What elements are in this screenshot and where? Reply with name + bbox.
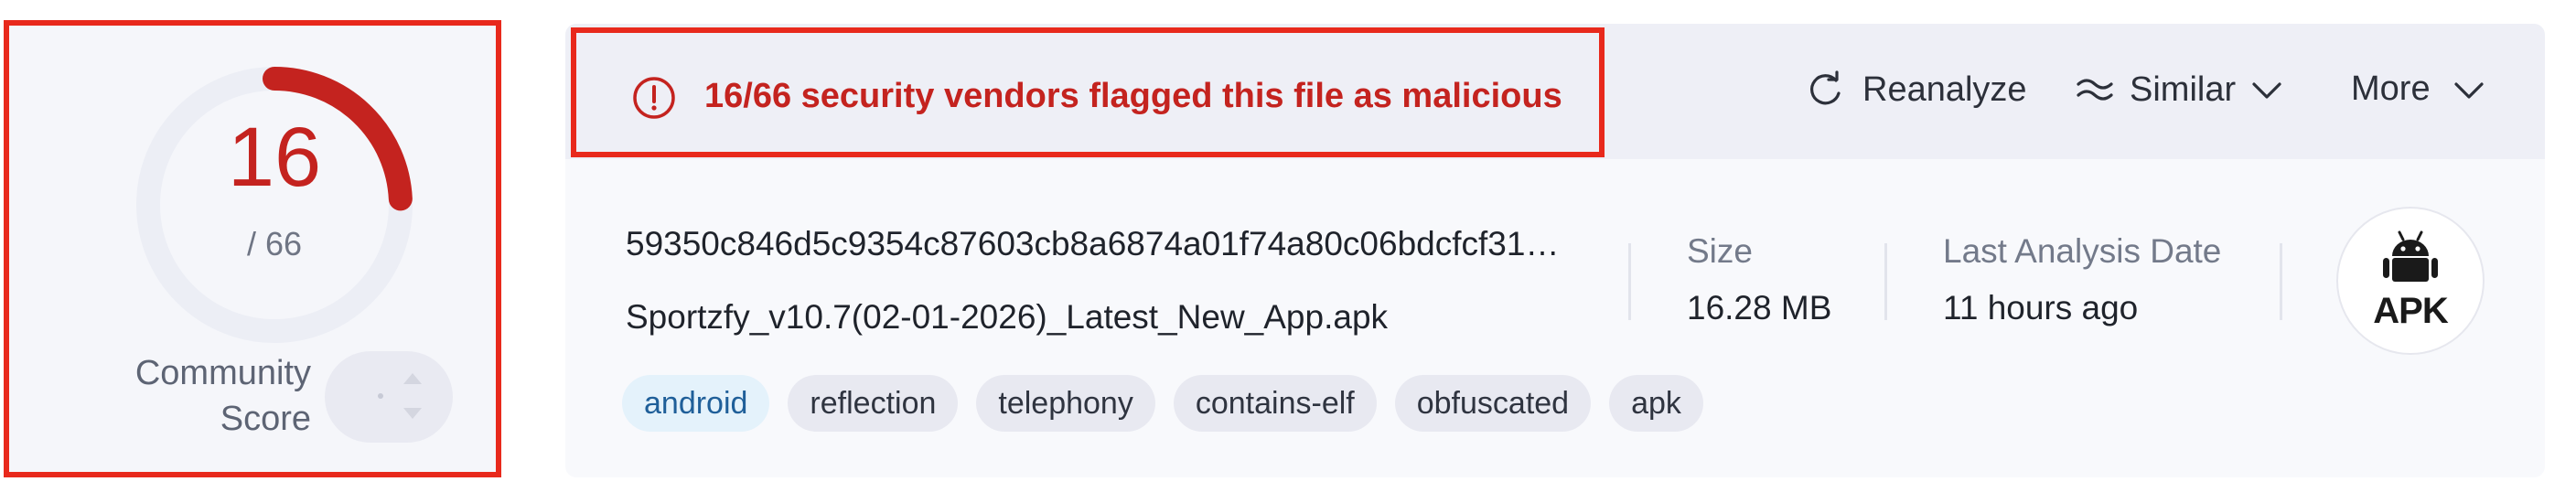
malicious-alert-text: 16/66 security vendors flagged this file… — [704, 77, 1562, 115]
last-analysis-date-value: 11 hours ago — [1943, 289, 2139, 326]
detection-score-panel: 16 / 66 Community Score — [4, 20, 501, 477]
alert-circle-icon — [633, 77, 675, 119]
vote-down-icon[interactable] — [403, 408, 422, 419]
size-label: Size — [1687, 232, 1753, 270]
file-name: Sportzfy_v10.7(02-01-2026)_Latest_New_Ap… — [626, 298, 1389, 336]
community-score-label-line1: Community — [134, 354, 311, 392]
chevron-down-icon — [2252, 82, 2281, 99]
similar-label: Similar — [2130, 70, 2237, 109]
reanalyze-label: Reanalyze — [1862, 70, 2027, 109]
size-value: 16.28 MB — [1687, 289, 1832, 326]
similar-dropdown[interactable]: Similar — [2075, 70, 2285, 110]
file-type-label: APK — [2373, 291, 2448, 331]
file-report-header: 16 / 66 Community Score 16/66 security v… — [0, 0, 2576, 503]
community-score-label-line2: Score — [220, 400, 311, 438]
file-hash[interactable]: 59350c846d5c9354c87603cb8a6874a01f74a80c… — [626, 225, 1559, 263]
community-score-value-dot — [378, 393, 383, 399]
tag-apk[interactable]: apk — [1609, 375, 1703, 432]
divider — [1628, 243, 1631, 320]
more-dropdown[interactable]: More — [2351, 70, 2487, 109]
file-tags: android reflection telephony contains-elf ob… — [622, 375, 1703, 432]
similar-icon — [2077, 79, 2113, 101]
file-type-badge: APK — [2336, 207, 2485, 355]
tag-telephony[interactable]: telephony — [976, 375, 1155, 432]
more-label: More — [2351, 70, 2431, 108]
last-analysis-date-label: Last Analysis Date — [1943, 232, 2222, 270]
divider — [1884, 243, 1887, 320]
community-score-label: Community Score — [64, 350, 311, 442]
file-summary-card: 16/66 security vendors flagged this file… — [565, 24, 2545, 477]
community-vote-control[interactable] — [325, 351, 453, 443]
detection-score-ring — [136, 67, 413, 343]
reanalyze-button[interactable]: Reanalyze — [1806, 70, 2027, 110]
vote-up-icon[interactable] — [403, 373, 422, 384]
malicious-alert-banner: 16/66 security vendors flagged this file… — [571, 27, 1605, 157]
tag-obfuscated[interactable]: obfuscated — [1394, 375, 1592, 432]
chevron-down-icon — [2453, 81, 2484, 99]
tag-contains-elf[interactable]: contains-elf — [1173, 375, 1377, 432]
divider — [2280, 243, 2282, 320]
refresh-icon — [1810, 70, 1841, 105]
detection-count: 16 — [227, 111, 322, 204]
card-header: 16/66 security vendors flagged this file… — [565, 24, 2545, 159]
tag-android[interactable]: android — [622, 375, 770, 432]
android-icon — [2383, 230, 2438, 282]
tag-reflection[interactable]: reflection — [788, 375, 959, 432]
detection-total: / 66 — [246, 225, 303, 262]
